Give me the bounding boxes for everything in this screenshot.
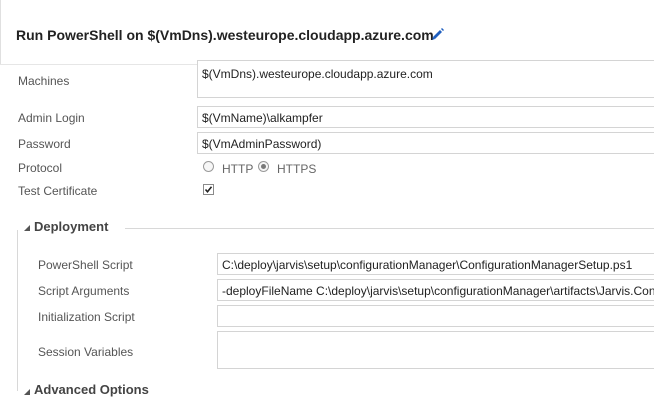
powershell-script-field[interactable]: C:\deploy\jarvis\setup\configurationMana… (217, 253, 654, 275)
admin-login-label: Admin Login (18, 111, 85, 125)
title-bar-border (0, 0, 1, 64)
deployment-top-border (125, 228, 654, 229)
protocol-http-label[interactable]: HTTP (222, 162, 253, 176)
protocol-https-radio[interactable] (258, 161, 269, 172)
powershell-script-value: C:\deploy\jarvis\setup\configurationMana… (222, 258, 633, 272)
admin-login-field[interactable]: $(VmName)\alkampfer (197, 106, 654, 128)
script-arguments-value: -deployFileName C:\deploy\jarvis\setup\c… (222, 284, 654, 298)
task-title: Run PowerShell on $(VmDns).westeurope.cl… (16, 27, 434, 43)
protocol-label: Protocol (18, 161, 63, 175)
session-variables-label: Session Variables (38, 345, 134, 359)
deployment-section-title[interactable]: Deployment (34, 219, 108, 234)
protocol-http-radio[interactable] (203, 161, 214, 172)
password-field[interactable]: $(VmAdminPassword) (197, 132, 654, 154)
initialization-script-label: Initialization Script (38, 310, 135, 324)
session-variables-field[interactable] (217, 331, 654, 369)
advanced-expand-triangle-icon[interactable] (23, 388, 31, 396)
powershell-script-label: PowerShell Script (38, 258, 133, 272)
collapse-triangle-icon[interactable] (23, 224, 31, 232)
script-arguments-field[interactable]: -deployFileName C:\deploy\jarvis\setup\c… (217, 279, 654, 301)
test-certificate-checkbox[interactable] (203, 184, 214, 195)
test-certificate-label: Test Certificate (18, 184, 98, 198)
password-label: Password (18, 137, 71, 151)
machines-value: $(VmDns).westeurope.cloudapp.azure.com (202, 67, 433, 81)
pencil-edit-icon[interactable] (431, 27, 445, 41)
checkmark-icon (204, 186, 213, 194)
machines-field[interactable]: $(VmDns).westeurope.cloudapp.azure.com (197, 60, 654, 98)
initialization-script-field[interactable] (217, 305, 654, 327)
script-arguments-label: Script Arguments (38, 284, 130, 298)
task-title-bar: Run PowerShell on $(VmDns).westeurope.cl… (0, 0, 654, 65)
password-value: $(VmAdminPassword) (202, 137, 322, 151)
protocol-https-label[interactable]: HTTPS (277, 162, 316, 176)
advanced-options-section-title[interactable]: Advanced Options (34, 382, 149, 397)
machines-label: Machines (18, 74, 70, 88)
deployment-left-border (17, 230, 18, 391)
admin-login-value: $(VmName)\alkampfer (202, 111, 323, 125)
